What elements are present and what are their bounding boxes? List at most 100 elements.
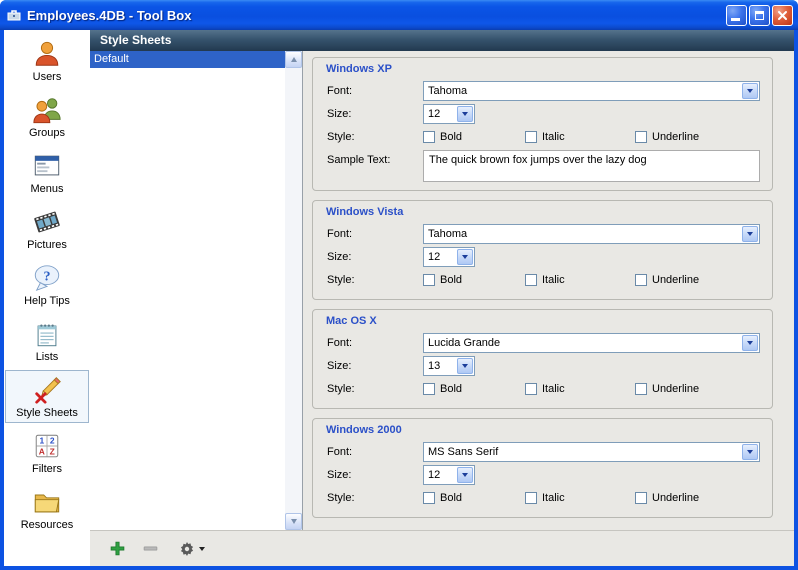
minimize-icon [731,17,740,21]
style-options: Bold Italic Underline [423,491,760,504]
sidebar-item-style-sheets[interactable]: Style Sheets [5,370,89,423]
right-pane: Style Sheets Default Windows XP Font: Ta… [90,30,794,566]
font-value: Tahoma [428,227,468,240]
chevron-down-icon [199,546,205,551]
checkbox-box[interactable] [525,382,537,395]
windows-2000-bold-checkbox[interactable]: Bold [423,491,525,504]
close-button[interactable] [772,4,793,26]
sidebar-item-label: Users [32,71,62,83]
size-value: 13 [428,359,441,372]
checkbox-box[interactable] [423,491,435,504]
checkbox-box[interactable] [423,382,435,395]
mac-os-x-size-select[interactable]: 13 [423,355,475,376]
sidebar-item-resources[interactable]: Resources [5,482,89,535]
style-sheets-icon [35,377,61,404]
windows-vista-size-select[interactable]: 12 [423,246,475,267]
checkbox-box[interactable] [525,130,537,143]
style-row: Style: Bold Italic Underline [321,377,760,400]
combo-dropdown-button[interactable] [742,443,758,460]
font-value: MS Sans Serif [428,445,499,458]
style-options: Bold Italic Underline [423,130,760,143]
size-value: 12 [428,107,441,120]
windows-vista-underline-checkbox[interactable]: Underline [635,273,700,286]
scroll-up-button[interactable] [285,51,302,68]
checkbox-box[interactable] [635,273,647,286]
sidebar-item-users[interactable]: Users [5,34,89,87]
combo-dropdown-button[interactable] [457,248,473,265]
windows-xp-underline-checkbox[interactable]: Underline [635,130,699,143]
checkbox-label: Underline [652,382,700,395]
svg-text:A: A [39,446,45,456]
maximize-button[interactable] [749,4,770,26]
chevron-down-icon [747,340,753,345]
combo-dropdown-button[interactable] [742,82,758,99]
sidebar-item-label: Menus [30,183,64,195]
checkbox-label: Bold [440,382,463,395]
sidebar-item-groups[interactable]: Groups [5,90,89,143]
windows-vista-bold-checkbox[interactable]: Bold [423,273,525,286]
sidebar-item-pictures[interactable]: Pictures [5,202,89,255]
chevron-down-icon [462,254,468,259]
combo-dropdown-button[interactable] [742,225,758,242]
mac-os-x-bold-checkbox[interactable]: Bold [423,382,525,395]
scroll-down-button[interactable] [285,513,302,530]
windows-2000-size-select[interactable]: 12 [423,464,475,485]
groups-icon [33,98,61,124]
combo-dropdown-button[interactable] [457,466,473,483]
add-style-sheet-button[interactable] [105,537,129,561]
style-label: Style: [327,130,355,143]
checkbox-box[interactable] [423,130,435,143]
sidebar-item-lists[interactable]: Lists [5,314,89,367]
size-row: Size: 12 [321,102,760,125]
checkbox-box[interactable] [525,273,537,286]
size-row: Size: 13 [321,354,760,377]
windows-xp-italic-checkbox[interactable]: Italic [525,130,635,143]
sidebar-item-menus[interactable]: Menus [5,146,89,199]
lists-icon [37,324,57,347]
checkbox-label: Underline [652,273,700,286]
minus-icon [143,546,157,551]
checkbox-box[interactable] [635,491,647,504]
remove-style-sheet-button[interactable] [138,537,162,561]
combo-dropdown-button[interactable] [457,357,473,374]
windows-xp-size-select[interactable]: 12 [423,103,475,124]
chevron-down-icon [462,363,468,368]
panel-title: Windows Vista [326,206,404,218]
filters-icon: 1 2A Z [35,434,59,458]
checkbox-box[interactable] [635,382,647,395]
svg-text:Z: Z [50,446,55,456]
style-row: Style: Bold Italic Underline [321,268,760,291]
combo-dropdown-button[interactable] [457,105,473,122]
sidebar-item-help-tips[interactable]: ? Help Tips [5,258,89,311]
list-item-default[interactable]: Default [90,51,285,68]
sidebar-item-filters[interactable]: 12AZ Filters [5,426,89,479]
checkbox-box[interactable] [635,130,647,143]
titlebar[interactable]: Employees.4DB - Tool Box [0,0,798,30]
windows-xp-font-select[interactable]: Tahoma [423,80,760,101]
chevron-down-icon [462,472,468,477]
checkbox-box[interactable] [525,491,537,504]
windows-xp-bold-checkbox[interactable]: Bold [423,130,525,143]
mac-os-x-italic-checkbox[interactable]: Italic [525,382,635,395]
size-value: 12 [428,468,441,481]
chevron-down-icon [747,449,753,454]
panel-title: Mac OS X [326,315,377,327]
arrow-up-icon [290,57,297,62]
checkbox-label: Bold [440,130,463,143]
minimize-button[interactable] [726,4,747,26]
combo-dropdown-button[interactable] [742,334,758,351]
actions-menu-button[interactable] [179,541,205,557]
chevron-down-icon [747,231,753,236]
mac-os-x-underline-checkbox[interactable]: Underline [635,382,700,395]
windows-vista-font-select[interactable]: Tahoma [423,223,760,244]
windows-vista-italic-checkbox[interactable]: Italic [525,273,635,286]
svg-text:?: ? [43,268,50,284]
windows-2000-font-select[interactable]: MS Sans Serif [423,441,760,462]
windows-2000-italic-checkbox[interactable]: Italic [525,491,635,504]
font-row: Font: MS Sans Serif [321,440,760,463]
mac-os-x-font-select[interactable]: Lucida Grande [423,332,760,353]
scrollbar-track[interactable] [285,68,302,513]
windows-2000-underline-checkbox[interactable]: Underline [635,491,699,504]
checkbox-box[interactable] [423,273,435,286]
list-scrollbar[interactable] [285,51,302,530]
